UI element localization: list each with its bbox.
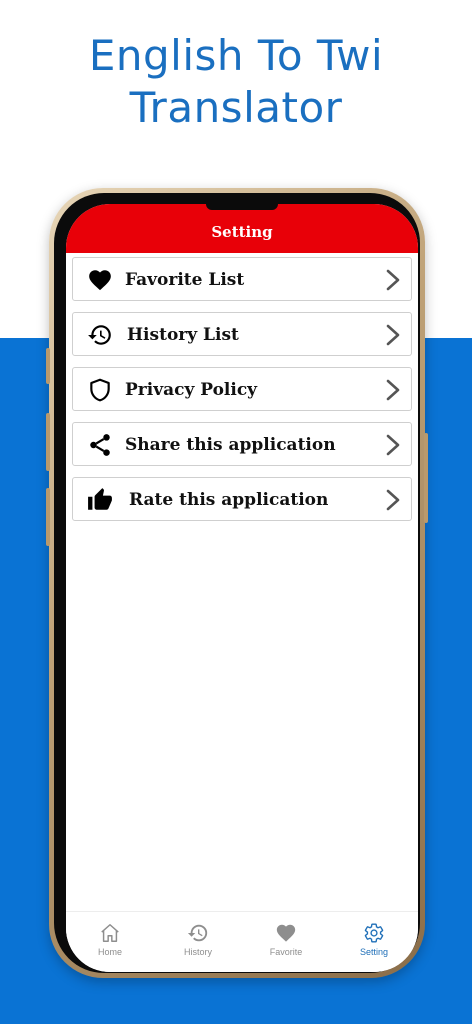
chevron-right-icon bbox=[386, 324, 400, 346]
app-header-title: Setting bbox=[211, 223, 273, 241]
tab-favorite[interactable]: Favorite bbox=[242, 922, 330, 957]
menu-item-label: Favorite List bbox=[125, 270, 245, 290]
heart-icon bbox=[89, 270, 111, 291]
menu-item-rate-application[interactable]: Rate this application bbox=[72, 477, 412, 521]
chevron-right-icon bbox=[386, 379, 400, 401]
tab-label: Setting bbox=[359, 947, 389, 957]
menu-item-label: Privacy Policy bbox=[125, 380, 258, 400]
bottom-tab-bar: Home History Favorite Setting bbox=[66, 911, 418, 972]
phone-volume-down-button bbox=[46, 488, 50, 546]
promo-title-line-1: English To Twi bbox=[88, 31, 384, 80]
menu-item-privacy-policy[interactable]: Privacy Policy bbox=[72, 367, 412, 411]
promo-title-line-2: Translator bbox=[129, 83, 343, 132]
tab-label: History bbox=[183, 947, 212, 957]
menu-item-label: Share this application bbox=[125, 435, 336, 455]
menu-item-share-application[interactable]: Share this application bbox=[72, 422, 412, 466]
settings-menu: Favorite List History List Privacy Polic… bbox=[72, 257, 412, 532]
tab-label: Home bbox=[97, 947, 122, 957]
phone-side-button bbox=[46, 348, 50, 384]
menu-item-history-list[interactable]: History List bbox=[72, 312, 412, 356]
phone-frame: Setting Favorite List History List Priva… bbox=[46, 188, 428, 978]
tab-history[interactable]: History bbox=[154, 922, 242, 957]
home-icon bbox=[101, 924, 119, 942]
phone-volume-up-button bbox=[46, 413, 50, 471]
history-icon bbox=[88, 325, 111, 345]
tab-label: Favorite bbox=[269, 947, 303, 957]
gear-icon bbox=[364, 923, 384, 943]
chevron-right-icon bbox=[386, 269, 400, 291]
shield-icon bbox=[90, 378, 110, 402]
chevron-right-icon bbox=[386, 489, 400, 511]
menu-item-label: History List bbox=[127, 325, 239, 345]
heart-icon bbox=[276, 924, 296, 942]
tab-home[interactable]: Home bbox=[66, 922, 154, 957]
phone-screen: Setting Favorite List History List Priva… bbox=[66, 204, 418, 972]
menu-item-favorite-list[interactable]: Favorite List bbox=[72, 257, 412, 301]
thumb-up-icon bbox=[88, 488, 112, 510]
phone-power-button bbox=[424, 433, 428, 523]
history-icon bbox=[187, 924, 208, 942]
phone-bezel: Setting Favorite List History List Priva… bbox=[54, 193, 420, 973]
menu-item-label: Rate this application bbox=[129, 490, 329, 510]
tab-setting[interactable]: Setting bbox=[330, 922, 418, 957]
chevron-right-icon bbox=[386, 434, 400, 456]
app-header: Setting bbox=[66, 204, 418, 253]
promo-title: English To Twi Translator bbox=[0, 30, 472, 134]
share-icon bbox=[90, 434, 110, 456]
phone-notch bbox=[206, 204, 278, 210]
